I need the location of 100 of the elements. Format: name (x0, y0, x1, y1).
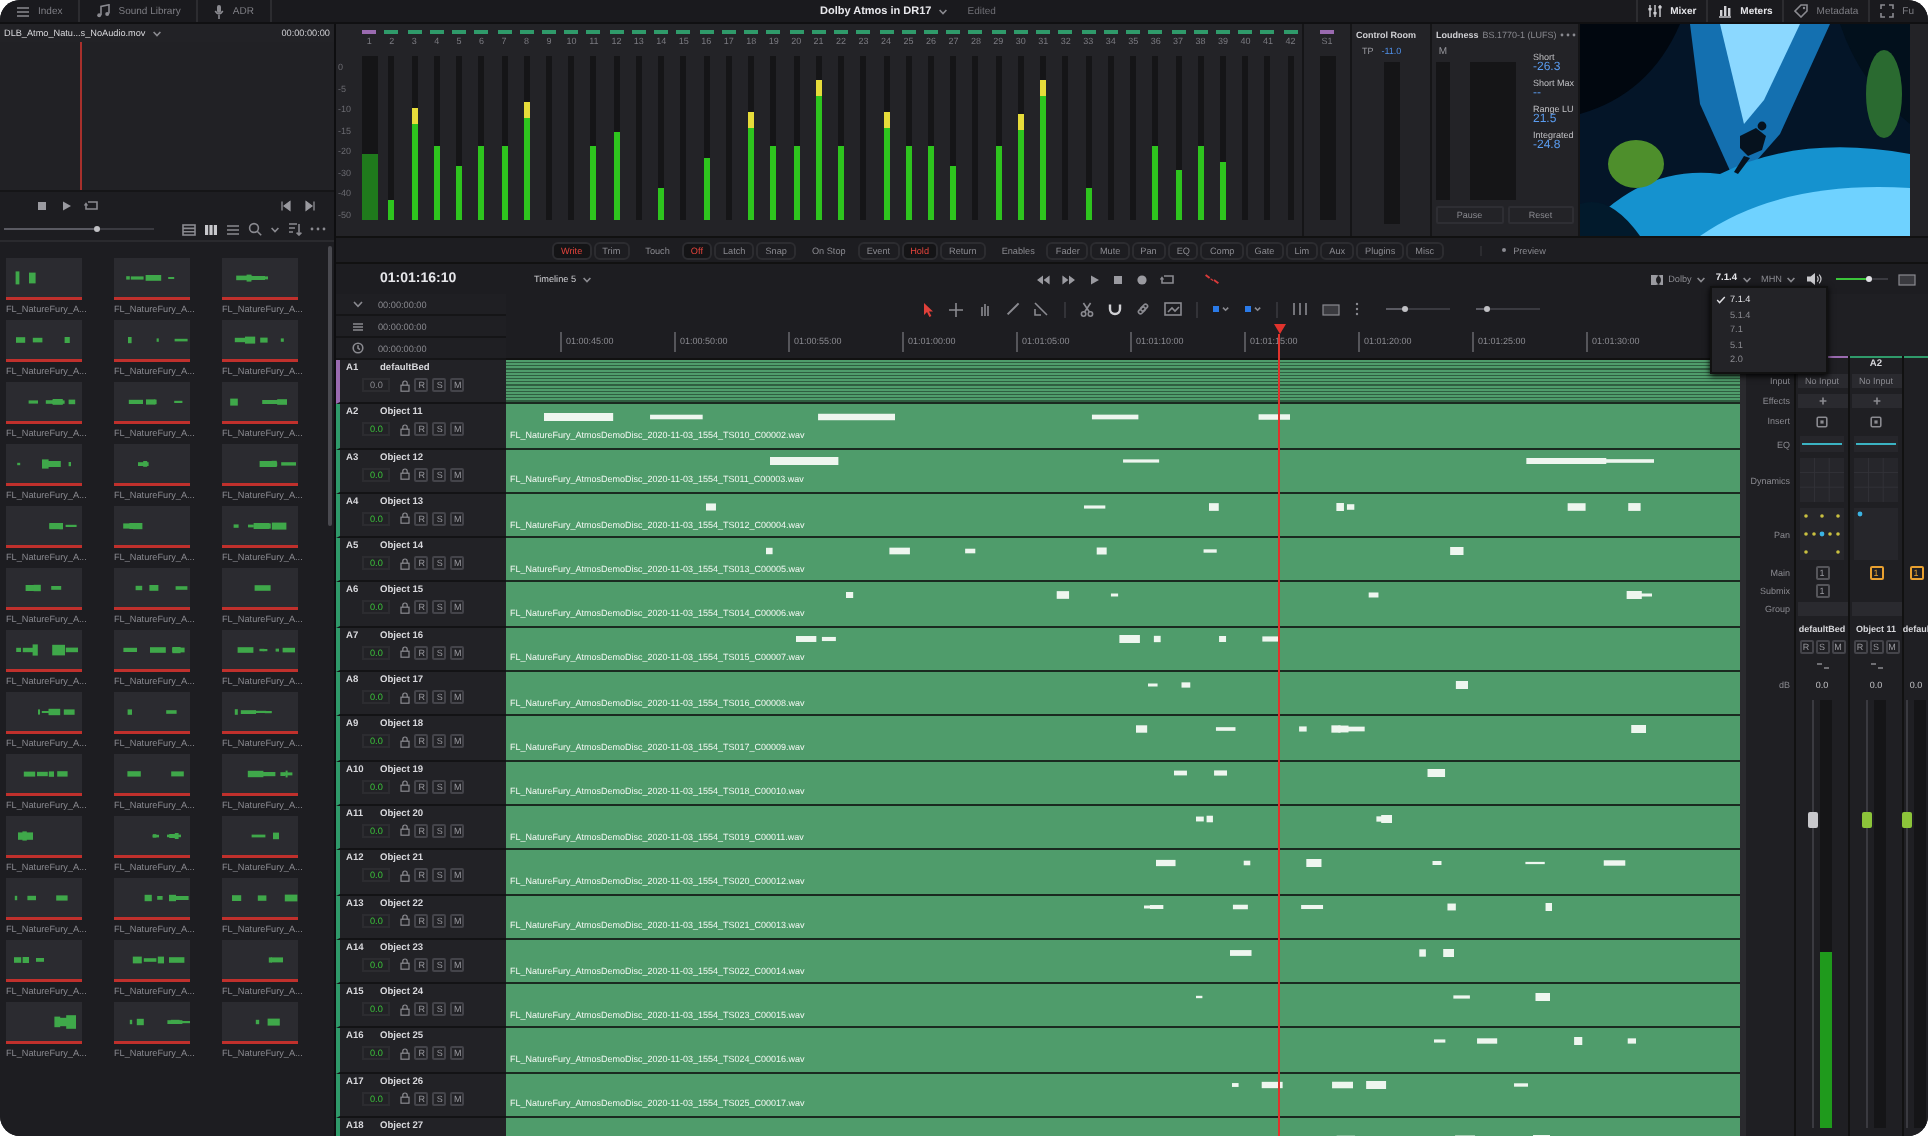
lock-icon[interactable] (400, 914, 411, 927)
pointer-icon[interactable] (922, 301, 934, 317)
lock-icon[interactable] (400, 512, 411, 525)
caret-icon[interactable] (1741, 275, 1752, 283)
unlink-icon[interactable] (1204, 272, 1221, 286)
clip-thumbnail[interactable] (114, 568, 190, 610)
microphone-icon[interactable] (214, 3, 225, 19)
effects-slot[interactable] (1851, 393, 1901, 407)
clip-thumbnail[interactable] (222, 630, 298, 672)
pan-display[interactable] (1800, 508, 1844, 560)
stop-icon[interactable] (1112, 273, 1125, 285)
expand-icon[interactable] (1880, 4, 1895, 18)
clip-thumbnail[interactable] (6, 878, 82, 920)
caret-icon[interactable] (937, 7, 948, 15)
clip-thumbnail[interactable] (114, 258, 190, 300)
lock-icon[interactable] (400, 601, 411, 614)
fast-forward-icon[interactable] (1062, 273, 1077, 285)
fader-thumb[interactable] (1862, 811, 1872, 828)
clip-thumbnail[interactable] (6, 754, 82, 796)
caret-icon[interactable] (1695, 275, 1706, 283)
clip-thumbnail[interactable] (6, 506, 82, 548)
pan-knob-icon[interactable] (1869, 662, 1883, 670)
box-icon[interactable] (1322, 303, 1340, 315)
renderer-icon[interactable] (1650, 273, 1665, 285)
loop-icon[interactable] (84, 199, 100, 211)
skip-forward-icon[interactable] (304, 199, 316, 211)
more-icon[interactable] (310, 226, 326, 232)
lock-icon[interactable] (400, 1003, 411, 1016)
fader-thumb[interactable] (1902, 811, 1912, 828)
clip-thumbnail[interactable] (6, 940, 82, 982)
caret-icon[interactable] (270, 225, 280, 233)
clip-thumbnail[interactable] (114, 878, 190, 920)
clip-thumbnail[interactable] (114, 444, 190, 486)
search-icon[interactable] (248, 222, 262, 236)
clip-thumbnail[interactable] (6, 1002, 82, 1044)
thumbnail-view-icon[interactable] (204, 223, 218, 235)
clip-thumbnail[interactable] (222, 816, 298, 858)
marker-icon[interactable] (1244, 304, 1262, 314)
lock-icon[interactable] (400, 691, 411, 704)
clip-thumbnail[interactable] (222, 692, 298, 734)
clip-thumbnail[interactable] (114, 816, 190, 858)
skip-back-icon[interactable] (280, 199, 292, 211)
clip-thumbnail[interactable] (114, 382, 190, 424)
effects-slot[interactable] (1797, 393, 1847, 407)
fader-thumb[interactable] (1808, 811, 1818, 828)
lock-icon[interactable] (400, 780, 411, 793)
list-icon[interactable] (16, 5, 30, 17)
clip-thumbnail[interactable] (114, 630, 190, 672)
pencil-icon[interactable] (1006, 302, 1020, 316)
lock-icon[interactable] (400, 1092, 411, 1105)
meters-icon[interactable] (1718, 4, 1733, 18)
clip-thumbnail[interactable] (6, 320, 82, 362)
audio-clip[interactable] (506, 360, 1740, 405)
play-icon[interactable] (1088, 273, 1101, 285)
scissors-icon[interactable] (1080, 301, 1094, 317)
clip-thumbnail[interactable] (6, 692, 82, 734)
lock-icon[interactable] (400, 646, 411, 659)
frame-icon[interactable] (1164, 302, 1182, 316)
chevron-icon[interactable] (352, 299, 364, 309)
lines-icon[interactable] (352, 321, 364, 331)
clip-thumbnail[interactable] (222, 506, 298, 548)
pan-knob-icon[interactable] (1815, 662, 1829, 670)
play-icon[interactable] (60, 199, 72, 211)
caret-icon[interactable] (151, 29, 162, 37)
scrollbar[interactable] (328, 246, 332, 526)
hand-icon[interactable] (978, 301, 992, 317)
mixer-icon[interactable] (1648, 4, 1663, 18)
caret-icon[interactable] (1786, 275, 1796, 283)
clip-thumbnail[interactable] (6, 382, 82, 424)
clip-thumbnail[interactable] (222, 258, 298, 300)
clip-thumbnail[interactable] (6, 816, 82, 858)
more-icon[interactable] (1354, 302, 1360, 316)
clip-thumbnail[interactable] (222, 444, 298, 486)
clip-thumbnail[interactable] (114, 1002, 190, 1044)
insert-icon[interactable] (1816, 415, 1828, 427)
eq-curve[interactable] (1800, 436, 1844, 452)
clip-thumbnail[interactable] (6, 568, 82, 610)
magnet-icon[interactable] (1108, 302, 1122, 316)
caret-icon[interactable] (582, 275, 593, 283)
sort-icon[interactable] (288, 222, 302, 236)
lock-icon[interactable] (400, 557, 411, 570)
plus-icon[interactable] (1871, 395, 1881, 405)
tag-icon[interactable] (1794, 4, 1809, 18)
check-icon[interactable] (1716, 295, 1726, 304)
lock-icon[interactable] (400, 1047, 411, 1060)
speaker-icon[interactable] (1806, 272, 1822, 286)
clip-thumbnail[interactable] (222, 568, 298, 610)
lock-icon[interactable] (400, 869, 411, 882)
clip-thumbnail[interactable] (114, 692, 190, 734)
clip-thumbnail[interactable] (6, 444, 82, 486)
list-icon[interactable] (226, 223, 240, 235)
record-icon[interactable] (1136, 273, 1149, 285)
stop-icon[interactable] (36, 199, 48, 211)
panel-toggle-icon[interactable] (1898, 273, 1916, 285)
clip-thumbnail[interactable] (222, 320, 298, 362)
clip-thumbnail[interactable] (222, 382, 298, 424)
clip-thumbnail[interactable] (6, 630, 82, 672)
range-icon[interactable] (1034, 302, 1050, 316)
clip-thumbnail[interactable] (6, 258, 82, 300)
lock-icon[interactable] (400, 468, 411, 481)
